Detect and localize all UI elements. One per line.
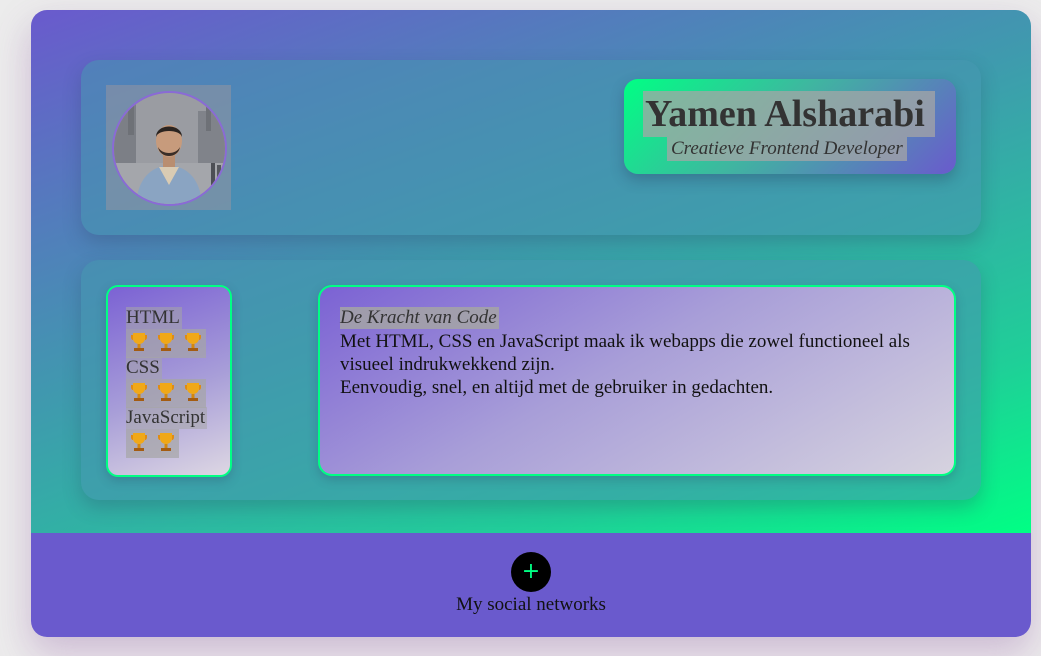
intro-paragraph: Met HTML, CSS en JavaScript maak ik weba… bbox=[340, 331, 910, 375]
skill-item-css: CSS bbox=[126, 357, 206, 408]
portfolio-card: Yamen Alsharabi Creatieve Frontend Devel… bbox=[31, 10, 1031, 637]
trophy-icon bbox=[158, 333, 174, 351]
content-panel: HTML CSS JavaScript De Kracht van Code M… bbox=[81, 260, 981, 500]
header-panel: Yamen Alsharabi Creatieve Frontend Devel… bbox=[81, 60, 981, 235]
footer: + My social networks bbox=[31, 533, 1031, 637]
social-networks-label: My social networks bbox=[456, 594, 606, 615]
skills-card: HTML CSS JavaScript bbox=[106, 285, 232, 477]
trophy-icon bbox=[131, 433, 147, 451]
intro-paragraph: Eenvoudig, snel, en altijd met de gebrui… bbox=[340, 377, 774, 398]
name-card: Yamen Alsharabi Creatieve Frontend Devel… bbox=[624, 79, 956, 174]
page-title: Yamen Alsharabi bbox=[643, 91, 935, 137]
trophy-icon bbox=[131, 383, 147, 401]
trophy-icon bbox=[185, 383, 201, 401]
intro-title: De Kracht van Code bbox=[340, 307, 499, 329]
profile-photo-icon bbox=[114, 93, 225, 204]
intro-body: Met HTML, CSS en JavaScript maak ik weba… bbox=[340, 330, 930, 399]
trophy-icon bbox=[131, 333, 147, 351]
add-social-button[interactable]: + bbox=[511, 552, 551, 592]
skill-item-html: HTML bbox=[126, 307, 206, 358]
main-section: Yamen Alsharabi Creatieve Frontend Devel… bbox=[31, 10, 1031, 533]
skill-label: CSS bbox=[126, 357, 162, 379]
trophy-icon bbox=[158, 433, 174, 451]
skill-rating bbox=[126, 329, 206, 358]
skill-item-javascript: JavaScript bbox=[126, 407, 208, 458]
skill-rating bbox=[126, 379, 206, 408]
skill-rating bbox=[126, 429, 179, 458]
avatar-frame bbox=[106, 85, 231, 210]
job-subtitle: Creatieve Frontend Developer bbox=[667, 137, 907, 161]
skill-label: JavaScript bbox=[126, 407, 208, 429]
trophy-icon bbox=[158, 383, 174, 401]
skill-label: HTML bbox=[126, 307, 182, 329]
trophy-icon bbox=[185, 333, 201, 351]
avatar bbox=[112, 91, 227, 206]
intro-card: De Kracht van Code Met HTML, CSS en Java… bbox=[318, 285, 956, 476]
